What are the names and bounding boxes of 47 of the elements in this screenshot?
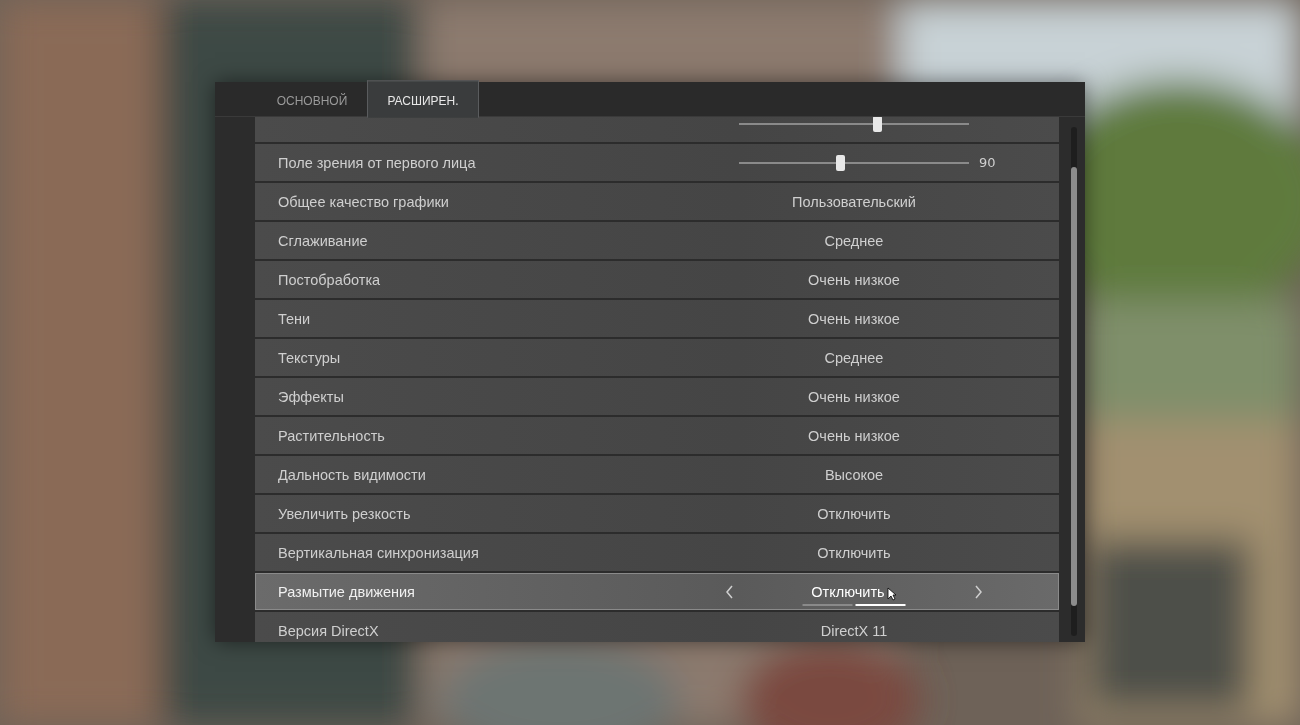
setting-value: Отключить xyxy=(817,505,891,522)
tab[interactable]: РАСШИРЕН. xyxy=(367,80,479,118)
setting-row[interactable]: Поле зрения от первого лица 90 xyxy=(255,144,1059,181)
setting-value: Очень низкое xyxy=(808,388,900,405)
setting-row[interactable]: Общее качество графики Пользовательский xyxy=(255,183,1059,220)
setting-row[interactable]: Размытие движения Отключить xyxy=(255,573,1059,610)
setting-label: Общее качество графики xyxy=(278,193,450,210)
setting-value: Очень низкое xyxy=(808,271,900,288)
setting-value: DirectX 11 xyxy=(820,622,888,639)
slider-value: 90 xyxy=(979,155,996,170)
setting-label: Версия DirectX xyxy=(278,622,380,639)
setting-value: Очень низкое xyxy=(808,310,900,327)
setting-label: Вертикальная синхронизация xyxy=(278,544,480,561)
setting-label: Текстуры xyxy=(278,349,342,366)
setting-label: Растительность xyxy=(278,427,386,444)
tab[interactable]: ОСНОВНОЙ xyxy=(257,80,367,118)
setting-value: Отключить xyxy=(817,544,891,561)
setting-row[interactable]: Тени Очень низкое xyxy=(255,300,1059,337)
slider-thumb[interactable] xyxy=(873,117,882,132)
scrollbar[interactable] xyxy=(1071,127,1077,636)
setting-row[interactable]: Дальность видимости Высокое xyxy=(255,456,1059,493)
setting-value: Высокое xyxy=(824,466,884,483)
setting-value: Пользовательский xyxy=(792,193,916,210)
setting-value: Отключить xyxy=(811,583,885,600)
slider-thumb[interactable] xyxy=(836,154,846,171)
setting-row[interactable]: Постобработка Очень низкое xyxy=(255,261,1059,298)
setting-label: Эффекты xyxy=(278,388,345,405)
setting-label: Тени xyxy=(278,310,312,327)
setting-row[interactable]: Текстуры Среднее xyxy=(255,339,1059,376)
left-chevron-icon[interactable] xyxy=(725,585,735,599)
setting-value: Среднее xyxy=(824,349,884,366)
setting-label: Поле зрения от первого лица xyxy=(278,154,477,171)
setting-row[interactable]: Эффекты Очень низкое xyxy=(255,378,1059,415)
setting-row[interactable]: Увеличить резкость Отключить xyxy=(255,495,1059,532)
setting-label: Дальность видимости xyxy=(278,466,427,483)
right-chevron-icon[interactable] xyxy=(973,585,983,599)
setting-value: Очень низкое xyxy=(808,427,900,444)
mouse-cursor-icon xyxy=(886,586,897,601)
setting-value: Среднее xyxy=(824,232,884,249)
setting-row[interactable]: Вертикальная синхронизация Отключить xyxy=(255,534,1059,571)
setting-row[interactable]: Растительность Очень низкое xyxy=(255,417,1059,454)
setting-label: Постобработка xyxy=(278,271,382,288)
setting-label: Сглаживание xyxy=(278,232,369,249)
setting-label: Увеличить резкость xyxy=(278,505,412,522)
setting-row[interactable]: Версия DirectX DirectX 11 xyxy=(255,612,1059,642)
setting-row[interactable]: Сглаживание Среднее xyxy=(255,222,1059,259)
setting-label: Размытие движения xyxy=(278,583,416,600)
